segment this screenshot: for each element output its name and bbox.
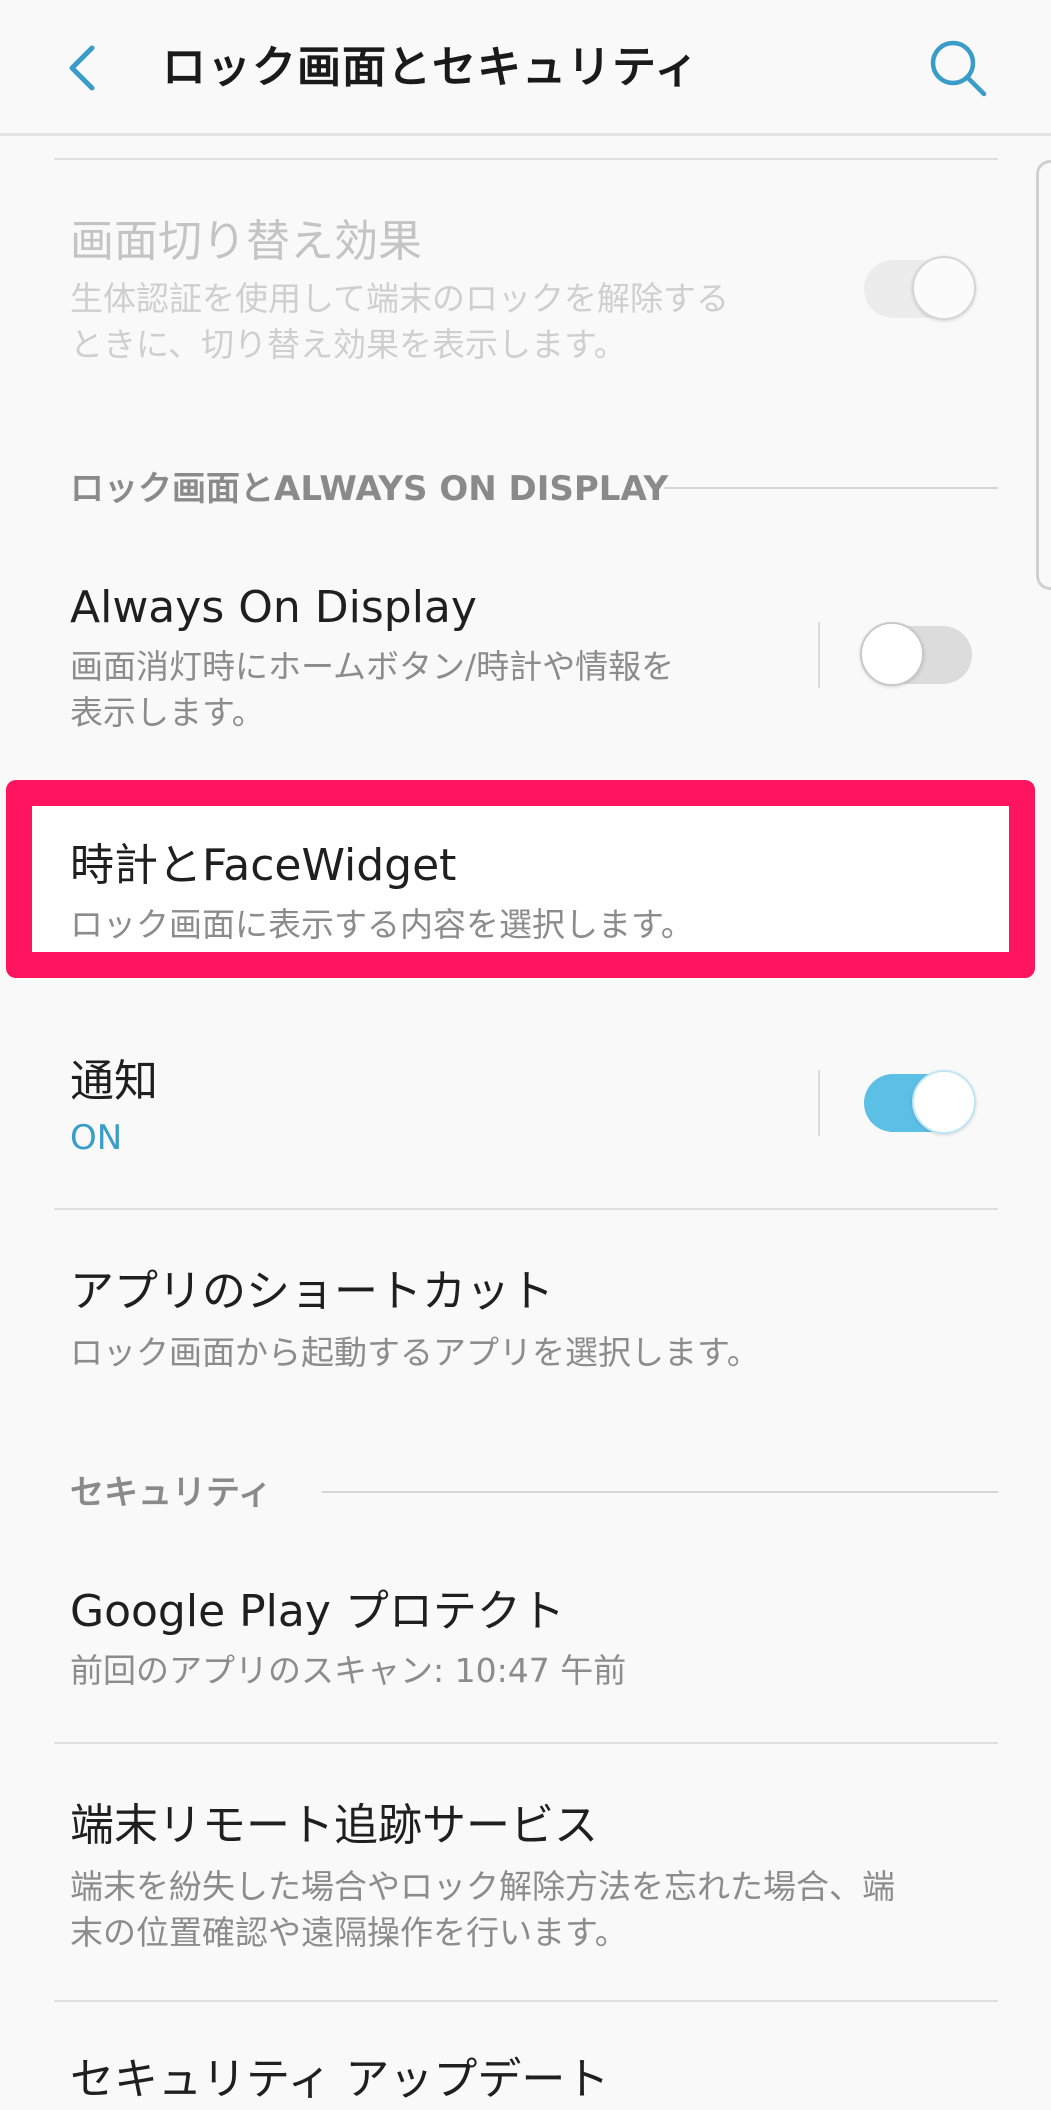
setting-title: Google Play プロテクト — [70, 1586, 565, 1637]
divider — [54, 2000, 998, 2002]
setting-title: 端末リモート追跡サービス — [70, 1800, 598, 1851]
transition-effect-toggle[interactable] — [864, 256, 976, 320]
setting-subtitle: 表示します。 — [70, 693, 265, 732]
toggle-thumb — [912, 256, 976, 320]
search-icon — [930, 40, 987, 97]
toggle-thumb — [912, 1070, 976, 1134]
section-header-security: セキュリティ — [70, 1473, 272, 1513]
setting-subtitle: 前回のアプリのスキャン: 10:47 午前 — [70, 1651, 627, 1690]
back-button[interactable] — [52, 36, 116, 100]
notifications-toggle[interactable] — [864, 1070, 976, 1134]
setting-subtitle: 生体認証を使用して端末のロックを解除する — [70, 279, 730, 318]
setting-subtitle: ロック画面に表示する内容を選択します。 — [70, 905, 694, 944]
scrollbar[interactable] — [1036, 160, 1051, 590]
always-on-display-toggle[interactable] — [860, 622, 972, 686]
toggle-thumb — [860, 622, 924, 686]
setting-title: 通知 — [70, 1056, 158, 1107]
app-bar: ロック画面とセキュリティ — [0, 0, 1051, 136]
vertical-separator — [818, 1070, 820, 1136]
vertical-separator — [818, 622, 820, 688]
setting-title: 時計とFaceWidget — [70, 840, 457, 891]
setting-subtitle: 末の位置確認や遠隔操作を行います。 — [70, 1913, 628, 1952]
section-divider — [664, 487, 998, 489]
setting-title: アプリのショートカット — [70, 1266, 554, 1317]
search-button[interactable] — [924, 34, 992, 102]
setting-subtitle: 端末を紛失した場合やロック解除方法を忘れた場合、端 — [70, 1867, 895, 1906]
setting-title: Always On Display — [70, 582, 477, 633]
status-text: ON — [70, 1118, 123, 1158]
setting-title: セキュリティ アップデート — [70, 2054, 610, 2105]
section-divider — [322, 1491, 998, 1493]
setting-subtitle: ロック画面から起動するアプリを選択します。 — [70, 1333, 760, 1372]
chevron-left-icon — [69, 45, 95, 91]
page-title: ロック画面とセキュリティ — [162, 42, 700, 93]
divider — [54, 1208, 998, 1210]
section-header-lock-screen: ロック画面とALWAYS ON DISPLAY — [70, 469, 669, 509]
divider — [54, 1742, 998, 1744]
setting-subtitle: ときに、切り替え効果を表示します。 — [70, 325, 627, 364]
setting-title: 画面切り替え効果 — [70, 216, 422, 267]
setting-subtitle: 画面消灯時にホームボタン/時計や情報を — [70, 647, 675, 686]
divider — [54, 158, 998, 160]
